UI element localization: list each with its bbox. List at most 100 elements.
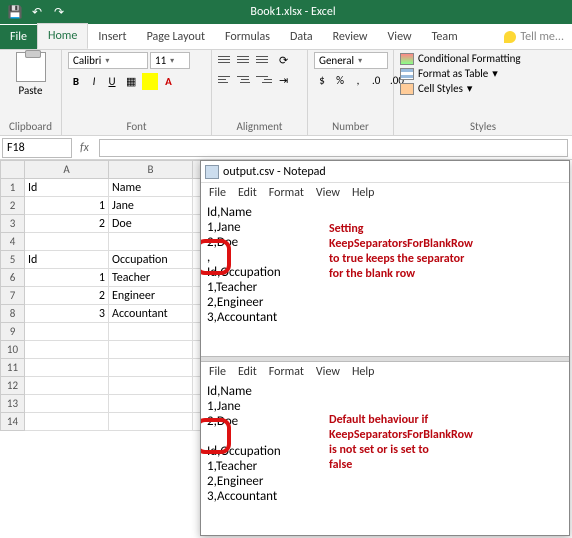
cell[interactable] bbox=[25, 341, 109, 359]
italic-button[interactable]: I bbox=[86, 73, 102, 90]
cell[interactable] bbox=[25, 323, 109, 341]
tab-insert[interactable]: Insert bbox=[88, 25, 136, 49]
row-header[interactable]: 10 bbox=[1, 341, 25, 359]
cell[interactable]: Id bbox=[25, 179, 109, 197]
cell-styles-button[interactable]: Cell Styles▾ bbox=[400, 82, 566, 95]
np-menu-format-2[interactable]: Format bbox=[269, 365, 304, 379]
np-menu-file[interactable]: File bbox=[209, 186, 226, 200]
tab-view[interactable]: View bbox=[378, 25, 422, 49]
tab-team[interactable]: Team bbox=[422, 25, 468, 49]
indent-button[interactable]: ⇥ bbox=[275, 72, 292, 89]
cell[interactable] bbox=[25, 413, 109, 431]
font-size-combo[interactable]: 11▾ bbox=[150, 52, 190, 69]
name-box[interactable]: F18 bbox=[2, 138, 72, 158]
row-header[interactable]: 3 bbox=[1, 215, 25, 233]
cell[interactable]: 2 bbox=[25, 287, 109, 305]
np-menu-view[interactable]: View bbox=[316, 186, 340, 200]
formula-input[interactable] bbox=[99, 139, 568, 157]
cell[interactable] bbox=[109, 359, 193, 377]
row-header[interactable]: 12 bbox=[1, 377, 25, 395]
cell[interactable]: Doe bbox=[109, 215, 193, 233]
np-menu-help-2[interactable]: Help bbox=[352, 365, 375, 379]
number-format-combo[interactable]: General▾ bbox=[314, 52, 388, 69]
align-bottom-icon[interactable] bbox=[256, 52, 272, 66]
tab-file[interactable]: File bbox=[0, 25, 37, 49]
align-top-icon[interactable] bbox=[218, 52, 234, 66]
currency-button[interactable]: $ bbox=[314, 72, 330, 89]
notepad-body-1[interactable]: Id,Name 1,Jane 2,Doe , Id,Occupation 1,T… bbox=[201, 203, 569, 356]
row-header[interactable]: 14 bbox=[1, 413, 25, 431]
redo-icon[interactable]: ↷ bbox=[52, 5, 66, 19]
col-header-a[interactable]: A bbox=[25, 161, 109, 179]
np-menu-help[interactable]: Help bbox=[352, 186, 375, 200]
cell[interactable]: Occupation bbox=[109, 251, 193, 269]
cell[interactable] bbox=[109, 233, 193, 251]
cell[interactable]: Id bbox=[25, 251, 109, 269]
increase-decimal-button[interactable]: .0 bbox=[368, 72, 384, 89]
align-left-icon[interactable] bbox=[218, 72, 234, 86]
row-header[interactable]: 6 bbox=[1, 269, 25, 287]
cell[interactable]: Accountant bbox=[109, 305, 193, 323]
align-center-icon[interactable] bbox=[237, 72, 253, 86]
row-header[interactable]: 4 bbox=[1, 233, 25, 251]
tab-data[interactable]: Data bbox=[280, 25, 323, 49]
row-header[interactable]: 9 bbox=[1, 323, 25, 341]
fill-color-button[interactable] bbox=[142, 73, 158, 90]
row-header[interactable]: 13 bbox=[1, 395, 25, 413]
cell[interactable]: 2 bbox=[25, 215, 109, 233]
align-right-icon[interactable] bbox=[256, 72, 272, 86]
select-all-corner[interactable] bbox=[1, 161, 25, 179]
row-header[interactable]: 8 bbox=[1, 305, 25, 323]
comma-button[interactable]: , bbox=[350, 72, 366, 89]
notepad-body-2[interactable]: Id,Name 1,Jane 2,Doe Id,Occupation 1,Tea… bbox=[201, 382, 569, 535]
cell[interactable] bbox=[109, 377, 193, 395]
cell[interactable]: 1 bbox=[25, 197, 109, 215]
cell[interactable] bbox=[25, 233, 109, 251]
cell[interactable]: 1 bbox=[25, 269, 109, 287]
underline-button[interactable]: U bbox=[104, 73, 120, 90]
np-menu-format[interactable]: Format bbox=[269, 186, 304, 200]
cell[interactable] bbox=[25, 377, 109, 395]
np-menu-edit[interactable]: Edit bbox=[238, 186, 257, 200]
cell[interactable] bbox=[109, 413, 193, 431]
cell[interactable] bbox=[25, 395, 109, 413]
font-name-combo[interactable]: Calibri▾ bbox=[68, 52, 148, 69]
format-as-table-button[interactable]: Format as Table▾ bbox=[400, 67, 566, 80]
bold-button[interactable]: B bbox=[68, 73, 84, 90]
align-middle-icon[interactable] bbox=[237, 52, 253, 66]
row-header[interactable]: 2 bbox=[1, 197, 25, 215]
cell[interactable]: 3 bbox=[25, 305, 109, 323]
row-header[interactable]: 5 bbox=[1, 251, 25, 269]
cell[interactable]: Teacher bbox=[109, 269, 193, 287]
cell[interactable] bbox=[109, 395, 193, 413]
np-menu-edit-2[interactable]: Edit bbox=[238, 365, 257, 379]
tell-me[interactable]: Tell me... bbox=[496, 25, 572, 49]
col-header-b[interactable]: B bbox=[109, 161, 193, 179]
cell[interactable] bbox=[25, 359, 109, 377]
undo-icon[interactable]: ↶ bbox=[30, 5, 44, 19]
paste-button[interactable]: Paste bbox=[19, 84, 43, 97]
cell[interactable]: Jane bbox=[109, 197, 193, 215]
notepad-titlebar[interactable]: output.csv - Notepad bbox=[201, 161, 569, 183]
cell[interactable]: Name bbox=[109, 179, 193, 197]
tab-review[interactable]: Review bbox=[323, 25, 378, 49]
row-header[interactable]: 7 bbox=[1, 287, 25, 305]
save-icon[interactable]: 💾 bbox=[8, 5, 22, 19]
tab-formulas[interactable]: Formulas bbox=[215, 25, 280, 49]
row-header[interactable]: 11 bbox=[1, 359, 25, 377]
np-menu-file-2[interactable]: File bbox=[209, 365, 226, 379]
border-button[interactable]: ▦ bbox=[122, 73, 140, 90]
cell[interactable] bbox=[109, 323, 193, 341]
orientation-button[interactable]: ⟳ bbox=[275, 52, 292, 69]
tab-page-layout[interactable]: Page Layout bbox=[137, 25, 215, 49]
fx-icon[interactable]: fx bbox=[74, 141, 95, 155]
np-menu-view-2[interactable]: View bbox=[316, 365, 340, 379]
cell[interactable]: Engineer bbox=[109, 287, 193, 305]
row-header[interactable]: 1 bbox=[1, 179, 25, 197]
conditional-formatting-button[interactable]: Conditional Formatting bbox=[400, 52, 566, 65]
paste-icon[interactable] bbox=[16, 52, 46, 82]
cell[interactable] bbox=[109, 341, 193, 359]
font-color-button[interactable]: A bbox=[160, 73, 176, 90]
tab-home[interactable]: Home bbox=[37, 23, 88, 49]
percent-button[interactable]: % bbox=[332, 72, 348, 89]
